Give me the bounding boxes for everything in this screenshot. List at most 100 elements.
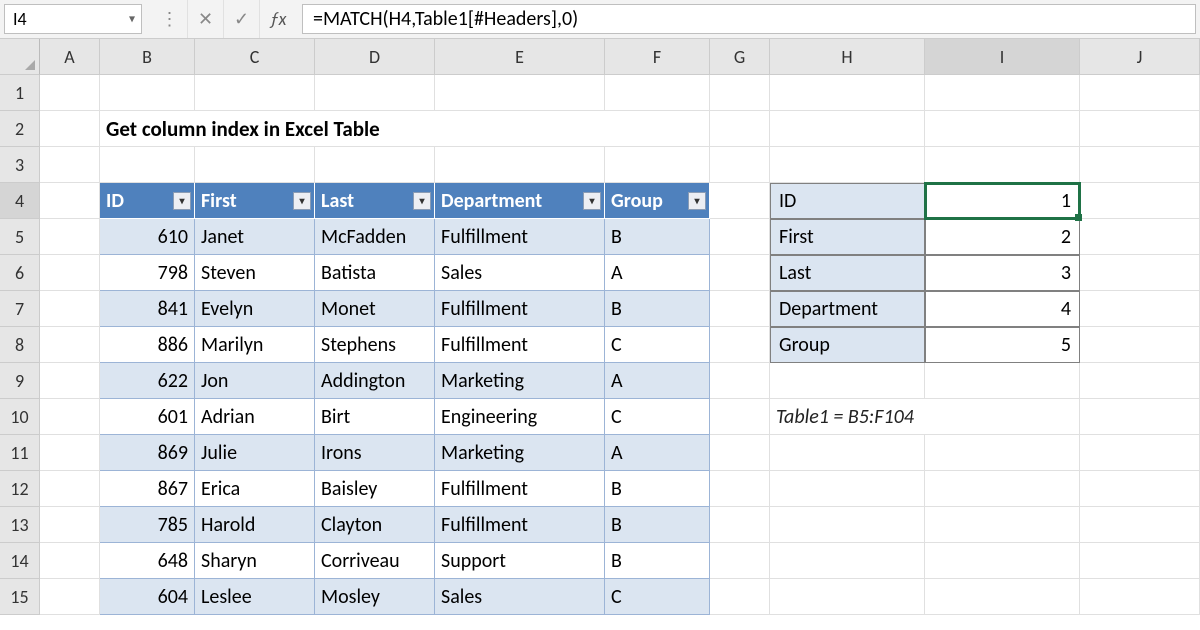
- table-cell[interactable]: Adrian: [195, 399, 315, 435]
- table-cell[interactable]: Evelyn: [195, 291, 315, 327]
- col-header-C[interactable]: C: [195, 39, 315, 75]
- col-header-A[interactable]: A: [40, 39, 100, 75]
- table-cell[interactable]: Janet: [195, 219, 315, 255]
- table-cell[interactable]: A: [605, 255, 710, 291]
- table-cell[interactable]: Marilyn: [195, 327, 315, 363]
- table-cell[interactable]: Birt: [315, 399, 435, 435]
- table-cell[interactable]: Fulfillment: [435, 507, 605, 543]
- table-cell[interactable]: 798: [100, 255, 195, 291]
- cell[interactable]: [40, 543, 100, 579]
- cell[interactable]: [40, 183, 100, 219]
- cell[interactable]: [710, 291, 770, 327]
- table-cell[interactable]: Stephens: [315, 327, 435, 363]
- cell[interactable]: [1080, 183, 1200, 219]
- cell[interactable]: [770, 435, 925, 471]
- cell[interactable]: [40, 363, 100, 399]
- cell[interactable]: [40, 471, 100, 507]
- table-cell[interactable]: C: [605, 399, 710, 435]
- table-cell[interactable]: 785: [100, 507, 195, 543]
- cell[interactable]: [1080, 435, 1200, 471]
- cell[interactable]: [710, 363, 770, 399]
- filter-icon[interactable]: ▾: [413, 192, 431, 210]
- cell[interactable]: [710, 219, 770, 255]
- cell[interactable]: [770, 363, 925, 399]
- row-header-13[interactable]: 13: [0, 507, 40, 543]
- cell[interactable]: [1080, 219, 1200, 255]
- cell[interactable]: [925, 543, 1080, 579]
- table-cell[interactable]: 622: [100, 363, 195, 399]
- cell[interactable]: [1080, 507, 1200, 543]
- cell[interactable]: [605, 75, 710, 111]
- lookup-value[interactable]: 3: [925, 255, 1080, 291]
- table-cell[interactable]: Clayton: [315, 507, 435, 543]
- cell[interactable]: [925, 147, 1080, 183]
- table-cell[interactable]: Addington: [315, 363, 435, 399]
- cell[interactable]: [40, 399, 100, 435]
- table-cell[interactable]: C: [605, 579, 710, 615]
- table-cell[interactable]: Support: [435, 543, 605, 579]
- cell[interactable]: [925, 111, 1080, 147]
- cell[interactable]: [710, 255, 770, 291]
- formula-input[interactable]: =MATCH(H4,Table1[#Headers],0): [302, 4, 1196, 34]
- row-header-10[interactable]: 10: [0, 399, 40, 435]
- cell[interactable]: [925, 75, 1080, 111]
- table-cell[interactable]: Harold: [195, 507, 315, 543]
- select-all-corner[interactable]: [0, 39, 40, 75]
- table-cell[interactable]: Julie: [195, 435, 315, 471]
- cell[interactable]: [770, 147, 925, 183]
- cell[interactable]: [40, 291, 100, 327]
- table-cell[interactable]: 648: [100, 543, 195, 579]
- cell[interactable]: [1080, 543, 1200, 579]
- col-header-J[interactable]: J: [1080, 39, 1200, 75]
- table-cell[interactable]: Irons: [315, 435, 435, 471]
- table-cell[interactable]: 886: [100, 327, 195, 363]
- col-header-I[interactable]: I: [925, 39, 1080, 75]
- table-cell[interactable]: Sales: [435, 255, 605, 291]
- cancel-icon[interactable]: ✕: [188, 0, 224, 38]
- col-header-F[interactable]: F: [605, 39, 710, 75]
- cell[interactable]: [710, 399, 770, 435]
- table-cell[interactable]: Sales: [435, 579, 605, 615]
- col-header-H[interactable]: H: [770, 39, 925, 75]
- table-cell[interactable]: Monet: [315, 291, 435, 327]
- page-title[interactable]: Get column index in Excel Table: [100, 111, 710, 147]
- cell[interactable]: [1080, 399, 1200, 435]
- cell[interactable]: [605, 147, 710, 183]
- row-header-14[interactable]: 14: [0, 543, 40, 579]
- table-cell[interactable]: 841: [100, 291, 195, 327]
- cell[interactable]: [100, 75, 195, 111]
- row-header-6[interactable]: 6: [0, 255, 40, 291]
- row-header-11[interactable]: 11: [0, 435, 40, 471]
- cell[interactable]: [710, 579, 770, 615]
- cell[interactable]: [925, 363, 1080, 399]
- cell[interactable]: [1080, 363, 1200, 399]
- table-cell[interactable]: 867: [100, 471, 195, 507]
- table-cell[interactable]: B: [605, 291, 710, 327]
- filter-icon[interactable]: ▾: [583, 192, 601, 210]
- cell[interactable]: [710, 327, 770, 363]
- col-header-G[interactable]: G: [710, 39, 770, 75]
- cell[interactable]: [315, 75, 435, 111]
- cell[interactable]: [1080, 255, 1200, 291]
- lookup-label[interactable]: ID: [770, 183, 925, 219]
- table-header-first[interactable]: First▾: [195, 183, 315, 219]
- table-cell[interactable]: Engineering: [435, 399, 605, 435]
- table-header-id[interactable]: ID▾: [100, 183, 195, 219]
- row-header-7[interactable]: 7: [0, 291, 40, 327]
- filter-icon[interactable]: ▾: [688, 192, 706, 210]
- cell[interactable]: [1080, 147, 1200, 183]
- table-cell[interactable]: Marketing: [435, 435, 605, 471]
- cell[interactable]: [710, 543, 770, 579]
- enter-icon[interactable]: ✓: [224, 0, 260, 38]
- cell[interactable]: [40, 219, 100, 255]
- table-cell[interactable]: B: [605, 507, 710, 543]
- table-cell[interactable]: A: [605, 363, 710, 399]
- row-header-8[interactable]: 8: [0, 327, 40, 363]
- row-header-2[interactable]: 2: [0, 111, 40, 147]
- cell[interactable]: [710, 507, 770, 543]
- lookup-label[interactable]: Department: [770, 291, 925, 327]
- table-cell[interactable]: Batista: [315, 255, 435, 291]
- table-cell[interactable]: C: [605, 327, 710, 363]
- cell[interactable]: [40, 147, 100, 183]
- cell[interactable]: [770, 579, 925, 615]
